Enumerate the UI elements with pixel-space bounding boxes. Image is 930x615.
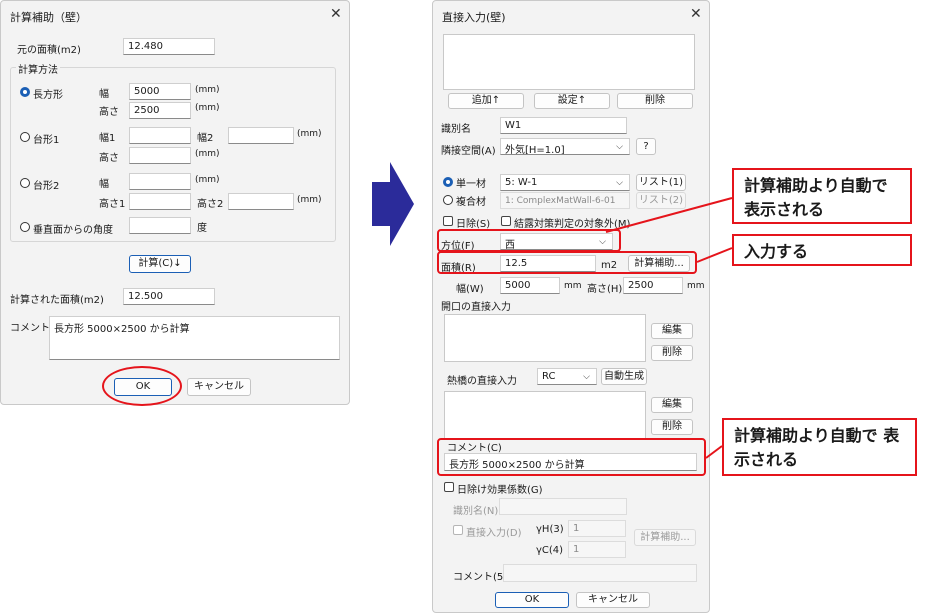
connector-line-2 [696,247,733,263]
callout-auto-display-1: 計算補助より自動で 表示される [732,168,912,224]
connector-line-1 [605,197,733,233]
callout-auto-display-2: 計算補助より自動で 表示される [722,418,917,476]
connector-lines [605,197,733,459]
connector-line-3 [705,445,723,459]
callout-input: 入力する [732,234,912,266]
